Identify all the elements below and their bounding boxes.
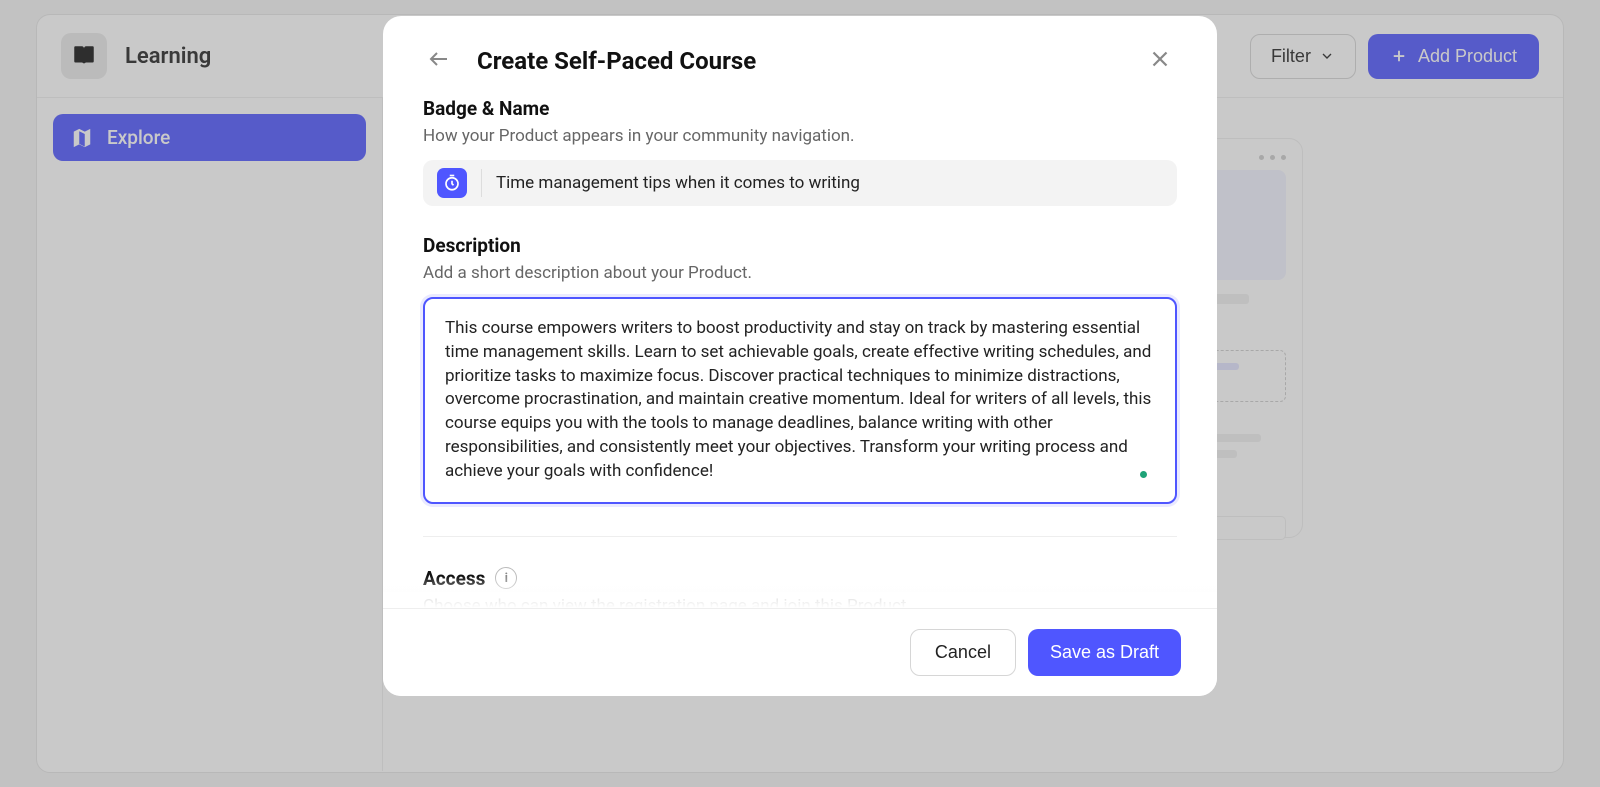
product-name-value: Time management tips when it comes to wr… <box>496 173 860 193</box>
badge-section-hint: How your Product appears in your communi… <box>423 126 1177 146</box>
info-icon[interactable]: i <box>495 567 517 589</box>
cancel-button[interactable]: Cancel <box>910 629 1016 676</box>
modal-title: Create Self-Paced Course <box>477 47 756 75</box>
access-section-title: Access <box>423 567 485 590</box>
create-course-modal: Create Self-Paced Course Badge & Name Ho… <box>383 16 1217 696</box>
access-section-hint: Choose who can view the registration pag… <box>423 596 1177 608</box>
description-section-hint: Add a short description about your Produ… <box>423 263 1177 283</box>
divider <box>481 169 482 197</box>
badge-name-row[interactable]: Time management tips when it comes to wr… <box>423 160 1177 206</box>
close-icon <box>1147 46 1173 72</box>
back-button[interactable] <box>423 43 455 78</box>
status-dot-icon <box>1140 471 1147 478</box>
modal-overlay[interactable]: Create Self-Paced Course Badge & Name Ho… <box>0 0 1600 787</box>
badge-section-title: Badge & Name <box>423 97 1177 120</box>
clock-icon <box>437 168 467 198</box>
description-section-title: Description <box>423 234 1177 257</box>
save-draft-button[interactable]: Save as Draft <box>1028 629 1181 676</box>
arrow-left-icon <box>427 47 451 71</box>
description-textarea[interactable] <box>423 297 1177 504</box>
close-button[interactable] <box>1143 42 1177 79</box>
